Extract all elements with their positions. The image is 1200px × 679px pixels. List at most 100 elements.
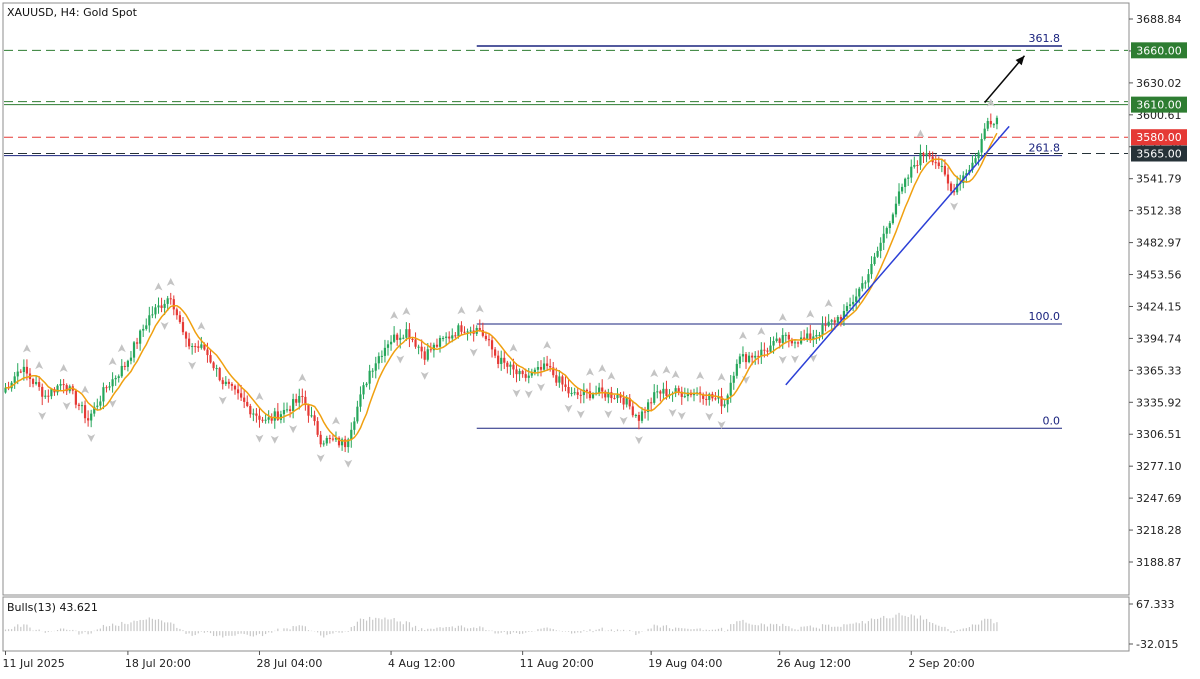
candle-body (292, 399, 295, 412)
candle-body (714, 398, 717, 400)
candle-body (787, 334, 790, 340)
candle-body (561, 376, 564, 385)
candle-body (754, 355, 757, 358)
x-tick-label: 11 Aug 20:00 (520, 657, 594, 670)
candle-body (264, 419, 267, 421)
candle-body (298, 395, 301, 403)
chart-title: XAUUSD, H4: Gold Spot (7, 6, 138, 19)
candle-body (484, 335, 488, 340)
candle-body (243, 397, 246, 402)
candle-body (377, 356, 380, 364)
candle-body (328, 437, 331, 439)
fib-label-361.8: 361.8 (1029, 32, 1061, 45)
candle-body (542, 363, 546, 370)
candle-body (509, 364, 512, 367)
candle-body (188, 338, 191, 347)
candle-body (809, 333, 812, 340)
candle-body (441, 337, 445, 339)
candle-body (897, 191, 901, 204)
candle-body (637, 414, 641, 421)
candle-body (735, 363, 738, 376)
price-chart[interactable]: 0.0 100.0 261.8 361.8 3688.843659.433630.02… (0, 0, 1200, 675)
candle-body (120, 365, 123, 377)
candle-body (129, 357, 133, 361)
candle-body (546, 363, 549, 366)
y-tick-label: 3482.97 (1136, 237, 1182, 250)
candle-body (288, 409, 292, 412)
candle-body (313, 415, 316, 422)
indicator-label: Bulls(13) 43.621 (7, 601, 98, 614)
candle-body (683, 396, 686, 398)
candle-body (25, 366, 29, 374)
candle-body (438, 337, 442, 347)
candle-body (47, 395, 50, 397)
candle-body (729, 382, 732, 396)
candle-body (497, 355, 500, 364)
candle-body (992, 124, 995, 126)
candle-body (246, 401, 249, 406)
candle-body (16, 371, 19, 377)
candle-body (154, 307, 157, 315)
candle-body (989, 121, 992, 125)
candle-body (848, 304, 852, 306)
candle-body (175, 309, 178, 316)
candle-body (490, 340, 494, 350)
candle-body (423, 351, 426, 360)
candle-body (775, 338, 778, 341)
candle-body (148, 315, 151, 326)
y-tick-label: 3394.74 (1136, 332, 1182, 345)
candle-body (374, 363, 377, 371)
candle-body (371, 370, 374, 372)
candle-body (527, 375, 530, 378)
candle-body (974, 158, 977, 163)
candle-body (861, 283, 864, 289)
y-tick-label: 3247.69 (1136, 492, 1182, 505)
indicator-tick-label: -32.015 (1136, 638, 1178, 651)
candle-body (240, 393, 243, 398)
y-tick-label: 3365.33 (1136, 364, 1182, 377)
candle-body (457, 325, 460, 337)
x-tick-label: 2 Sep 20:00 (908, 657, 974, 670)
candle-body (197, 346, 200, 348)
candle-body (123, 365, 126, 367)
candle-body (221, 380, 224, 385)
candle-body (200, 344, 203, 348)
candle-body (579, 394, 582, 396)
candle-body (194, 346, 197, 348)
candle-body (102, 387, 105, 402)
candle-body (723, 404, 726, 407)
chart-window: 0.0 100.0 261.8 361.8 3688.843659.433630.02… (0, 0, 1200, 675)
candle-body (212, 362, 215, 369)
candle-body (114, 377, 117, 380)
candle-body (172, 299, 175, 310)
candle-body (494, 349, 497, 356)
candle-body (882, 233, 885, 243)
candle-body (824, 324, 827, 326)
candle-body (19, 371, 22, 373)
candle-body (925, 152, 928, 156)
x-tick-label: 19 Aug 04:00 (648, 657, 722, 670)
candle-body (751, 355, 754, 358)
y-tick-label: 3218.28 (1136, 524, 1182, 537)
candle-body (218, 368, 221, 381)
candle-body (215, 368, 218, 370)
candle-body (986, 121, 989, 129)
y-tick-label: 3630.02 (1136, 77, 1182, 90)
y-tick-label: 3453.56 (1136, 269, 1182, 282)
candle-body (943, 165, 947, 175)
candle-body (316, 421, 319, 435)
candle-body (249, 405, 252, 415)
candle-body (738, 356, 741, 364)
candle-body (13, 376, 16, 383)
candle-body (151, 314, 154, 316)
candle-body (429, 349, 432, 351)
price-axis: 3688.843659.433630.023600.613571.203541.… (1129, 13, 1182, 569)
candle-body (827, 321, 830, 326)
candle-body (282, 409, 286, 415)
y-tick-label: 3512.38 (1136, 205, 1182, 218)
candle-body (236, 389, 240, 394)
x-tick-label: 26 Aug 12:00 (777, 657, 851, 670)
fib-label-261.8: 261.8 (1029, 142, 1061, 155)
candle-body (105, 387, 108, 389)
candle-body (818, 334, 821, 336)
